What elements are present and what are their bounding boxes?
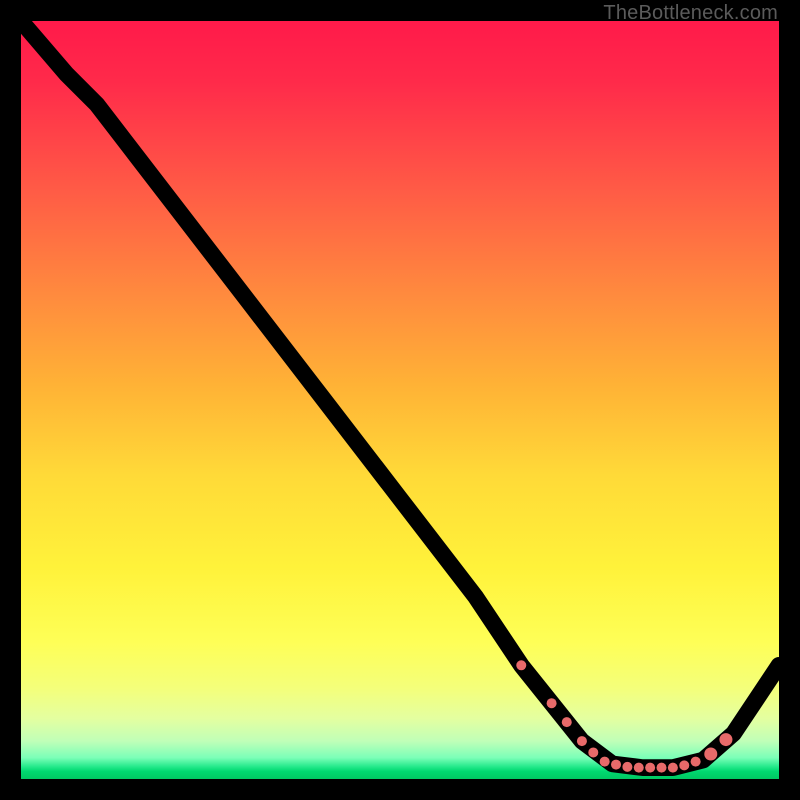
curve-marker [634,763,644,773]
curve-marker [577,736,587,746]
chart-overlay [21,21,779,779]
curve-marker [668,763,678,773]
curve-marker [611,760,621,770]
chart-frame: TheBottleneck.com [0,0,800,800]
curve-marker [645,763,655,773]
curve-marker [562,717,572,727]
curve-marker [679,760,689,770]
curve-marker [588,747,598,757]
curve-marker [704,747,717,760]
curve-marker [600,757,610,767]
bottleneck-curve [21,21,779,768]
curve-marker [691,757,701,767]
curve-marker [516,660,526,670]
curve-marker [719,733,732,746]
watermark-text: TheBottleneck.com [603,2,778,25]
curve-marker [547,698,557,708]
curve-marker [622,762,632,772]
curve-marker [657,763,667,773]
